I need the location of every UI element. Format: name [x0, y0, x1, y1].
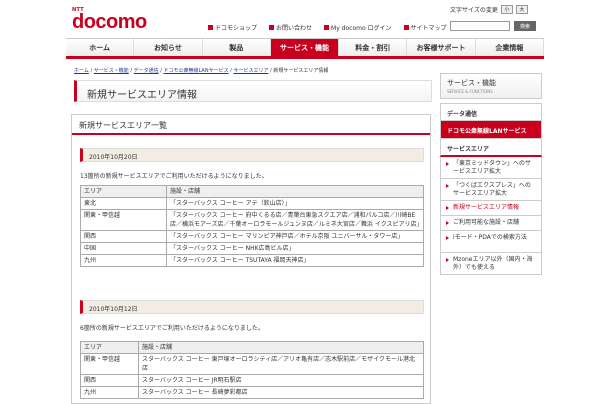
- arrow-icon: [269, 25, 275, 30]
- utility-link-shop[interactable]: ドコモショップ: [208, 23, 257, 32]
- breadcrumb-wlan[interactable]: ドコモ公衆無線LANサービス: [164, 68, 229, 74]
- breadcrumb: ホーム / サービス・機能 / データ通信 / ドコモ公衆無線LANサービス /…: [74, 68, 329, 74]
- sidebar-title-text: サービス・機能: [447, 79, 496, 87]
- sidebar-item-new-area[interactable]: 新規サービスエリア情報: [440, 201, 542, 216]
- area-cell: 関西: [80, 230, 167, 243]
- sidebar-cat-wlan[interactable]: ドコモ公衆無線LANサービス: [440, 121, 542, 139]
- table-row: 九州 スターバックス コーヒー 長崎夢彩都店: [80, 386, 424, 399]
- area-cell: 関西: [80, 374, 139, 387]
- page-title: 新規サービスエリア情報: [74, 80, 432, 102]
- breadcrumb-current: 新規サービスエリア情報: [273, 68, 329, 74]
- facility-cell: スターバックス コーヒー 長崎夢彩都店: [138, 386, 424, 399]
- gnav-products[interactable]: 製品: [202, 39, 271, 56]
- table-row: 中国 「スターバックス コーヒー NHK広島ビル店」: [80, 242, 424, 255]
- table-row: 関東・甲信越 スターバックス コーヒー 東戸塚オーロラシティ店／アリオ亀有店／志木…: [80, 353, 424, 375]
- facility-cell: 「スターバックス コーヒー TSUTAYA 福岡天神店」: [166, 254, 424, 267]
- search-input[interactable]: [450, 21, 510, 31]
- font-size-control: 文字サイズの変更 小 大: [450, 5, 528, 14]
- table-header-area: エリア: [80, 185, 167, 198]
- table-header-facility: 施設・店舗: [166, 185, 424, 198]
- sidebar-item-midtown[interactable]: 「東京ミッドタウン」へのサービスエリア拡大: [440, 157, 542, 179]
- table-row: 九州 「スターバックス コーヒー TSUTAYA 福岡天神店」: [80, 254, 424, 267]
- area-cell: 関東・甲信越: [80, 353, 139, 375]
- arrow-icon: [324, 25, 330, 30]
- table-row: 関西 スターバックス コーヒー JR明石駅店: [80, 374, 424, 387]
- date-heading: 2010年10月20日: [80, 148, 424, 162]
- sidebar-cat-data[interactable]: データ通信: [440, 103, 542, 121]
- area-cell: 東北: [80, 197, 167, 210]
- utility-link-sitemap[interactable]: サイトマップ: [403, 23, 447, 32]
- gnav-home[interactable]: ホーム: [66, 39, 135, 56]
- intro-text: 13箇所の新規サービスエリアでご利用いただけるようになりました。: [80, 173, 268, 180]
- gnav-corporate[interactable]: 企業情報: [475, 39, 544, 56]
- font-size-label: 文字サイズの変更: [450, 7, 498, 14]
- global-nav: ホーム お知らせ 製品 サービス・機能 料金・割引 お客様サポート 企業情報: [66, 38, 544, 59]
- sidebar-cat-area[interactable]: サービスエリア: [440, 139, 542, 157]
- facility-cell: 「スターバックス コーヒー アテ（欽山店）」: [166, 197, 424, 210]
- table-row: 東北 「スターバックス コーヒー アテ（欽山店）」: [80, 197, 424, 210]
- utility-link-mydocomo[interactable]: My docomo ログイン: [324, 23, 392, 32]
- sidebar-title[interactable]: サービス・機能 SERVICE & FUNCTIONS: [440, 73, 542, 99]
- area-table: エリア 施設・店舗 関東・甲信越 スターバックス コーヒー 東戸塚オーロラシティ店／…: [80, 341, 424, 399]
- header: NTT docomo 文字サイズの変更 小 大 ドコモショップ お問い合わせ M…: [0, 0, 610, 36]
- area-list-section: 新規サービスエリア一覧 2010年10月20日 13箇所の新規サービスエリアでご…: [71, 114, 431, 404]
- section-title: 新規サービスエリア一覧: [72, 115, 430, 135]
- facility-cell: 「スターバックス コーヒー マリンピア神戸店／ホテル京阪 ユニバーサル・タワー店…: [166, 230, 424, 243]
- facility-cell: スターバックス コーヒー 東戸塚オーロラシティ店／アリオ亀有店／志木駅前店／モザ…: [138, 353, 424, 375]
- sidebar-item-search[interactable]: iモード・PDAでの検索方法: [440, 231, 542, 253]
- font-size-small-button[interactable]: 小: [500, 5, 513, 14]
- table-header-facility: 施設・店舗: [138, 341, 424, 354]
- area-cell: 中国: [80, 242, 167, 255]
- sidebar-item-facilities[interactable]: ご利用可能な施設・店舗: [440, 216, 542, 231]
- utility-link-contact[interactable]: お問い合わせ: [269, 23, 312, 32]
- search-button[interactable]: 検索: [514, 21, 536, 31]
- facility-cell: 「スターバックス コーヒー NHK広島ビル店」: [166, 242, 424, 255]
- breadcrumb-area[interactable]: サービスエリア: [233, 68, 268, 74]
- sidebar-item-tsukuba[interactable]: 「つくばエクスプレス」へのサービスエリア拡大: [440, 179, 542, 201]
- area-table: エリア 施設・店舗 東北 「スターバックス コーヒー アテ（欽山店）」 関東・甲信越…: [80, 185, 424, 267]
- docomo-logo-text: docomo: [72, 11, 147, 33]
- arrow-icon: [208, 25, 213, 30]
- font-size-large-button[interactable]: 大: [515, 5, 528, 14]
- intro-text: 6箇所の新規サービスエリアでご利用いただけるようになりました。: [80, 325, 264, 332]
- utility-nav: ドコモショップ お問い合わせ My docomo ログイン サイトマップ: [208, 23, 447, 32]
- table-row: 関西 「スターバックス コーヒー マリンピア神戸店／ホテル京阪 ユニバーサル・タワ…: [80, 230, 424, 243]
- date-heading: 2010年10月12日: [80, 300, 424, 314]
- facility-cell: スターバックス コーヒー JR明石駅店: [138, 374, 424, 387]
- area-cell: 九州: [80, 254, 167, 267]
- area-cell: 関東・甲信越: [80, 209, 167, 231]
- gnav-services[interactable]: サービス・機能: [270, 39, 340, 56]
- gnav-pricing[interactable]: 料金・割引: [339, 39, 408, 56]
- table-row: 関東・甲信越 「スターバックス コーヒー 府中くるる店／青葉台東急スクエア店／浦和…: [80, 209, 424, 231]
- sidebar-subtitle: SERVICE & FUNCTIONS: [447, 89, 493, 94]
- facility-cell: 「スターバックス コーヒー 府中くるる店／青葉台東急スクエア店／浦和パルコ店／川…: [166, 209, 424, 231]
- breadcrumb-home[interactable]: ホーム: [74, 68, 89, 74]
- breadcrumb-data[interactable]: データ通信: [134, 68, 159, 74]
- area-cell: 九州: [80, 386, 139, 399]
- sidebar-item-outside[interactable]: Mzoneエリア以外（国内・海外）でも使える: [440, 253, 542, 275]
- table-header-area: エリア: [80, 341, 139, 354]
- gnav-support[interactable]: お客様サポート: [407, 39, 476, 56]
- arrow-icon: [403, 25, 409, 30]
- gnav-news[interactable]: お知らせ: [134, 39, 203, 56]
- sidebar: サービス・機能 SERVICE & FUNCTIONS データ通信 ドコモ公衆無…: [440, 73, 542, 275]
- breadcrumb-services[interactable]: サービス・機能: [94, 68, 129, 74]
